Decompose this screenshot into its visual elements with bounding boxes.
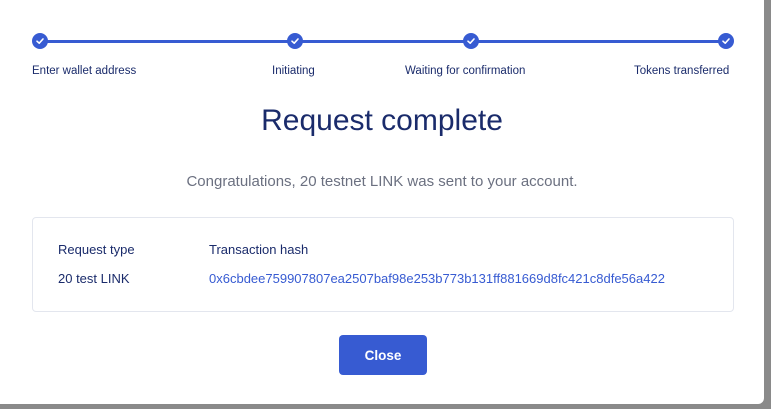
step-label-tokens-transferred: Tokens transferred bbox=[634, 65, 730, 77]
request-type-value: 20 test LINK bbox=[58, 271, 130, 286]
request-complete-modal: Enter wallet address Initiating Waiting … bbox=[0, 0, 764, 404]
progress-line bbox=[40, 40, 726, 43]
step-3-check-icon bbox=[463, 33, 479, 49]
request-type-label: Request type bbox=[58, 242, 135, 257]
step-1-check-icon bbox=[32, 33, 48, 49]
tx-hash-link[interactable]: 0x6cbdee759907807ea2507baf98e253b773b131… bbox=[209, 271, 665, 286]
step-label-waiting: Waiting for confirmation bbox=[405, 65, 526, 77]
step-label-enter-wallet: Enter wallet address bbox=[32, 65, 137, 77]
tx-hash-label: Transaction hash bbox=[209, 242, 309, 257]
step-label-initiating: Initiating bbox=[272, 65, 315, 77]
confirmation-message: Congratulations, 20 testnet LINK was sen… bbox=[186, 173, 578, 190]
step-4-check-icon bbox=[718, 33, 734, 49]
page-title: Request complete bbox=[261, 104, 503, 137]
step-2-check-icon bbox=[287, 33, 303, 49]
close-button[interactable]: Close bbox=[339, 335, 427, 375]
request-details-card: Request type Transaction hash 20 test LI… bbox=[32, 217, 734, 312]
